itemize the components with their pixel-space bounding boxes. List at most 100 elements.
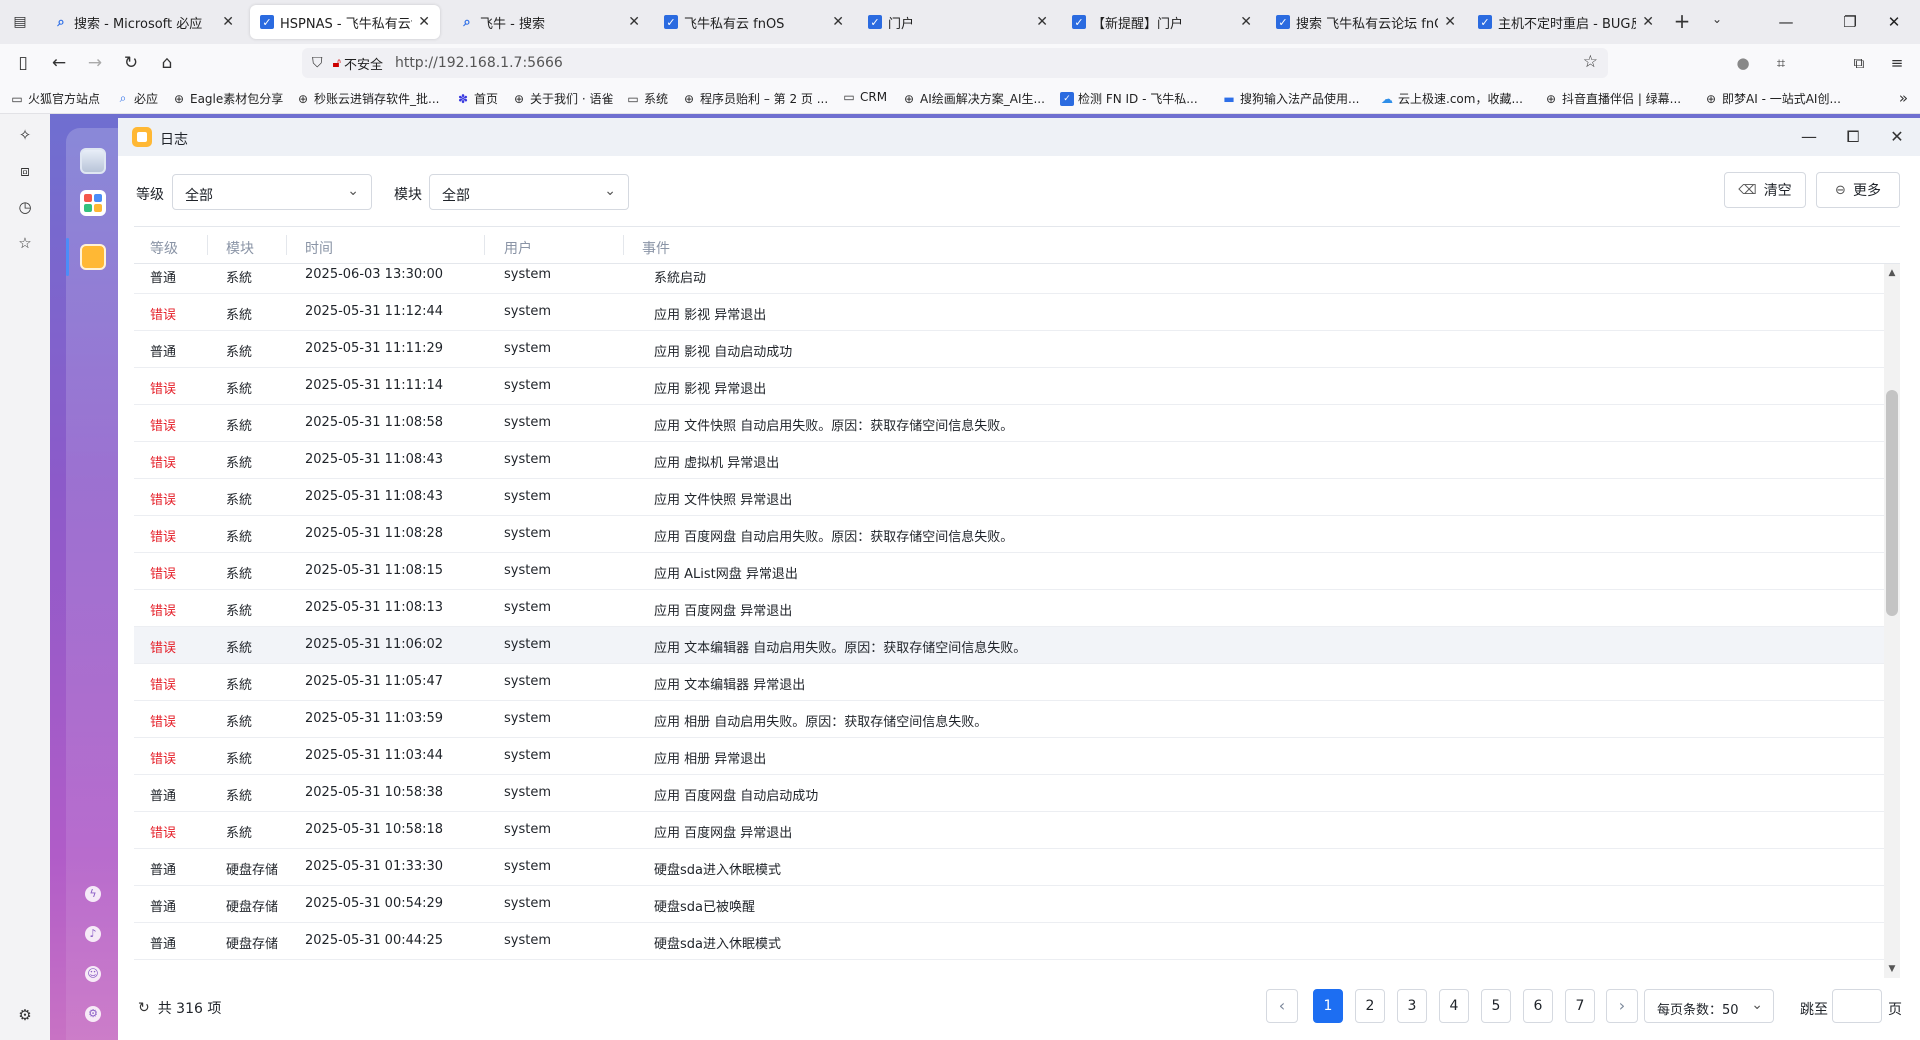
sidebar-toggle-icon[interactable]: ▯ <box>10 50 36 76</box>
screenshot-crop-icon[interactable]: ⌗ <box>1768 50 1794 76</box>
bookmark-star-icon[interactable]: ☆ <box>1583 52 1598 72</box>
bookmark-item[interactable]: ✓ 检测 FN ID - 飞牛私... <box>1060 90 1198 107</box>
lightning-icon[interactable]: ϟ <box>85 886 101 902</box>
column-header-user[interactable]: 用户 <box>504 238 532 258</box>
column-header-module[interactable]: 模块 <box>226 238 254 258</box>
browser-tab-portal[interactable]: ✓ 门户 ✕ <box>858 5 1058 39</box>
bookmark-item[interactable]: ▭ CRM <box>842 90 887 104</box>
bookmark-item[interactable]: ⊕ 关于我们 · 语雀 <box>512 90 613 107</box>
close-icon[interactable]: ✕ <box>1036 14 1048 30</box>
window-close-button[interactable]: ✕ <box>1884 124 1910 150</box>
close-icon[interactable]: ✕ <box>1240 14 1252 30</box>
browser-tab-bing[interactable]: ⌕ 搜索 - Microsoft 必应 ✕ <box>44 5 244 39</box>
bookmark-item[interactable]: ✽ 首页 <box>456 90 498 107</box>
log-table-scrollbar[interactable]: ▲ ▼ <box>1884 264 1900 978</box>
browser-tab-portal-reminder[interactable]: ✓ 【新提醒】门户 ✕ <box>1062 5 1262 39</box>
close-icon[interactable]: ✕ <box>1444 14 1456 30</box>
close-icon[interactable]: ✕ <box>222 14 234 30</box>
window-close-button[interactable]: ✕ <box>1880 8 1908 36</box>
profile-icon[interactable]: ● <box>1730 50 1756 76</box>
column-divider[interactable] <box>286 235 287 255</box>
prev-page-button[interactable]: ‹ <box>1266 989 1298 1023</box>
ai-sparkle-icon[interactable]: ✧ <box>15 126 35 146</box>
table-row[interactable]: 普通 系統 2025-06-03 13:30:00 system 系統启动 <box>134 264 1884 294</box>
table-row[interactable]: 错误 系統 2025-05-31 11:03:44 system 应用 相册 异常退出 <box>134 738 1884 775</box>
chevron-right-icon[interactable]: » <box>1899 89 1908 107</box>
page-button-5[interactable]: 5 <box>1481 989 1511 1023</box>
more-button[interactable]: ⊖ 更多 <box>1816 172 1900 208</box>
shield-icon[interactable]: ⛉ <box>312 55 323 71</box>
browser-tab-bug-report[interactable]: ✓ 主机不定时重启 - BUG反馈 ✕ <box>1468 5 1664 39</box>
bookmark-item[interactable]: ⊕ 抖音直播伴侣 | 绿幕... <box>1544 90 1681 107</box>
column-divider[interactable] <box>623 235 624 255</box>
synced-tabs-icon[interactable]: ⧈ <box>15 162 35 182</box>
table-row[interactable]: 错误 系統 2025-05-31 11:08:58 system 应用 文件快照 自动启… <box>134 405 1884 442</box>
jump-page-input[interactable] <box>1832 989 1882 1023</box>
window-minimize-button[interactable]: — <box>1796 124 1822 150</box>
page-button-3[interactable]: 3 <box>1397 989 1427 1023</box>
browser-tab-fnos[interactable]: ✓ 飞牛私有云 fnOS ✕ <box>654 5 854 39</box>
page-button-1[interactable]: 1 <box>1313 989 1343 1023</box>
app-center-icon[interactable] <box>80 190 106 216</box>
table-row[interactable]: 错误 系統 2025-05-31 11:08:43 system 应用 虚拟机 异常退出 <box>134 442 1884 479</box>
close-icon[interactable]: ✕ <box>418 14 430 30</box>
level-filter-select[interactable]: 全部 ⌄ <box>172 174 372 210</box>
extensions-icon[interactable]: ⧉ <box>1846 50 1872 76</box>
bookmark-item[interactable]: ⊕ 程序员贻利 – 第 2 页 ... <box>682 90 828 107</box>
next-page-button[interactable]: › <box>1606 989 1638 1023</box>
log-app-icon[interactable] <box>80 244 106 270</box>
table-row[interactable]: 错误 系統 2025-05-31 11:08:15 system 应用 AList网盘 … <box>134 553 1884 590</box>
history-clock-icon[interactable]: ◷ <box>15 198 35 218</box>
scroll-up-icon[interactable]: ▲ <box>1887 268 1897 278</box>
table-row[interactable]: 错误 系統 2025-05-31 11:12:44 system 应用 影视 异常退出 <box>134 294 1884 331</box>
table-row[interactable]: 普通 硬盘存储 2025-05-31 00:54:29 system 硬盘sda已被唤醒 <box>134 886 1884 923</box>
bookmark-item[interactable]: ☁ 云上极速.com，收藏... <box>1380 90 1523 107</box>
tab-list-menu-icon[interactable]: ▤ <box>6 10 34 34</box>
bookmark-item[interactable]: ⌕ 必应 <box>116 90 158 107</box>
browser-tab-hspnas[interactable]: ✓ HSPNAS - 飞牛私有云fnO ✕ <box>250 5 440 39</box>
home-button[interactable]: ⌂ <box>154 50 180 76</box>
scroll-down-icon[interactable]: ▼ <box>1887 964 1897 974</box>
table-row[interactable]: 错误 系統 2025-05-31 11:08:28 system 应用 百度网盘 自动启… <box>134 516 1884 553</box>
bookmark-item[interactable]: ▭ 系统 <box>626 90 668 107</box>
bookmark-item[interactable]: ⊕ Eagle素材包分享 <box>172 90 283 107</box>
table-row[interactable]: 错误 系統 2025-05-31 11:06:02 system 应用 文本编辑器 自动… <box>134 627 1884 664</box>
column-header-time[interactable]: 时间 <box>305 238 333 258</box>
url-text[interactable]: http://192.168.1.7:5666 <box>395 55 563 71</box>
bookmarks-star-icon[interactable]: ☆ <box>15 234 35 254</box>
table-row[interactable]: 普通 系統 2025-05-31 10:58:38 system 应用 百度网盘 自动启… <box>134 775 1884 812</box>
bookmark-item[interactable]: ⊕ 秒账云进销存软件_批... <box>296 90 439 107</box>
table-row[interactable]: 错误 系統 2025-05-31 11:08:13 system 应用 百度网盘 异常退… <box>134 590 1884 627</box>
back-button[interactable]: ← <box>46 50 72 76</box>
bookmark-item[interactable]: ▬ 搜狗输入法产品使用... <box>1222 90 1359 107</box>
bookmark-item[interactable]: ⊕ AI绘画解决方案_AI生... <box>902 90 1045 107</box>
bell-icon[interactable]: ♪ <box>85 926 101 942</box>
browser-tab-feiniu-search[interactable]: ⌕ 飞牛 - 搜索 ✕ <box>450 5 650 39</box>
column-header-level[interactable]: 等级 <box>150 238 178 258</box>
new-tab-button[interactable]: + <box>1670 10 1694 34</box>
connection-insecure-indicator[interactable]: 🔓︎ 不安全 <box>333 54 383 73</box>
table-row[interactable]: 错误 系統 2025-05-31 11:05:47 system 应用 文本编辑器 异常… <box>134 664 1884 701</box>
close-icon[interactable]: ✕ <box>832 14 844 30</box>
window-restore-button[interactable]: ❐ <box>1836 8 1864 36</box>
chevron-down-icon[interactable]: ⌄ <box>1712 12 1722 26</box>
bookmark-item[interactable]: ⊕ 即梦AI - 一站式AI创... <box>1704 90 1841 107</box>
reload-button[interactable]: ↻ <box>118 50 144 76</box>
table-row[interactable]: 普通 硬盘存储 2025-05-31 01:33:30 system 硬盘sda进入休眠… <box>134 849 1884 886</box>
table-row[interactable]: 错误 系統 2025-05-31 11:08:43 system 应用 文件快照 异常退… <box>134 479 1884 516</box>
window-minimize-button[interactable]: — <box>1772 8 1800 36</box>
page-button-7[interactable]: 7 <box>1565 989 1595 1023</box>
page-size-select[interactable]: 每页条数：50 ⌄ <box>1644 989 1774 1023</box>
table-row[interactable]: 错误 系統 2025-05-31 10:58:18 system 应用 百度网盘 异常退… <box>134 812 1884 849</box>
table-row[interactable]: 普通 硬盘存储 2025-05-31 00:44:25 system 硬盘sda进入休眠… <box>134 923 1884 960</box>
column-header-event[interactable]: 事件 <box>642 238 670 258</box>
column-divider[interactable] <box>484 235 485 255</box>
column-divider[interactable] <box>207 235 208 255</box>
table-row[interactable]: 错误 系統 2025-05-31 11:03:59 system 应用 相册 自动启用失… <box>134 701 1884 738</box>
page-button-6[interactable]: 6 <box>1523 989 1553 1023</box>
refresh-icon[interactable]: ↻ <box>138 1000 150 1016</box>
log-table-body[interactable]: 普通 系統 2025-06-03 13:30:00 system 系統启动 错误 系統 202… <box>134 264 1884 978</box>
page-button-4[interactable]: 4 <box>1439 989 1469 1023</box>
settings-gear-icon[interactable]: ⚙ <box>85 1006 101 1022</box>
close-icon[interactable]: ✕ <box>1642 14 1654 30</box>
